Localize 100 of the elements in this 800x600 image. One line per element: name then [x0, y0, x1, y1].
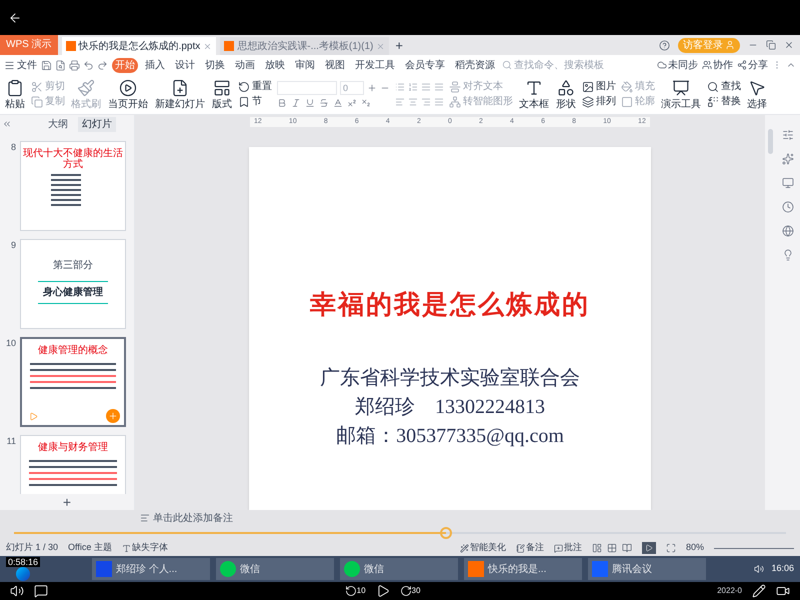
taskbar-app[interactable]: 微信 — [216, 558, 334, 580]
presentation-icon — [672, 78, 690, 96]
image-icon — [582, 81, 594, 93]
organization-name: 广东省科学技术实验室联合会 — [320, 366, 580, 391]
taskbar-app[interactable]: 微信 — [340, 558, 458, 580]
ribbon-button[interactable]: 替换 — [707, 96, 741, 108]
panel-tab[interactable]: 幻灯片 — [78, 116, 116, 132]
back-icon — [8, 10, 22, 24]
ribbon-tab[interactable]: 开发工具 — [352, 58, 398, 72]
slide-thumbnail[interactable]: 健康管理的概念 — [20, 337, 126, 427]
align-center-icon — [408, 97, 418, 107]
cloud-icon — [657, 60, 667, 70]
slide-canvas[interactable]: 幸福的我是怎么炼成的 广东省科学技术实验室联合会 郑绍珍 13302224813 邮箱：305377335@qq.com — [249, 146, 651, 510]
contact-name: 郑绍珍 — [355, 394, 415, 420]
ribbon-tab[interactable]: 放映 — [262, 58, 288, 72]
video-icon — [776, 584, 790, 598]
italic-icon — [291, 98, 301, 108]
ribbon-button[interactable]: 节 — [238, 96, 272, 108]
taskbar-app[interactable]: 郑绍珍 个人... — [92, 558, 210, 580]
ribbon-tab[interactable]: 切换 — [202, 58, 228, 72]
justify-icon — [434, 97, 444, 107]
theme-name: Office 主题 — [68, 541, 112, 554]
ribbon-button[interactable]: 当页开始 — [107, 78, 149, 110]
panel-tab[interactable]: 大纲 — [44, 116, 72, 132]
strikethrough-icon — [319, 98, 329, 108]
reset-icon — [238, 81, 250, 93]
search-icon — [502, 60, 512, 70]
ribbon-button[interactable]: 图片 — [582, 81, 616, 93]
slide-count: 幻灯片 1 / 30 — [6, 541, 58, 554]
header-action[interactable]: 未同步 — [657, 58, 698, 72]
ribbon-button[interactable]: 形状 — [555, 78, 577, 110]
copy-icon — [31, 96, 43, 108]
scrollbar-thumb[interactable] — [768, 129, 772, 154]
zoom-level[interactable]: 80% — [686, 541, 704, 555]
lightbulb-icon — [782, 249, 794, 261]
play-slideshow-button[interactable] — [642, 542, 656, 554]
bullet-list-drawing — [51, 174, 81, 206]
ribbon-button[interactable]: 重置 — [238, 81, 272, 93]
search-icon — [707, 81, 719, 93]
slide-thumbnail[interactable]: 现代十大不健康的生活方式 — [20, 141, 126, 231]
layers-icon — [582, 96, 594, 108]
ribbon-tab[interactable]: 会员专享 — [402, 58, 448, 72]
document-tab[interactable]: 思想政治实践课-...考模板(1)(1) — [220, 37, 390, 55]
collapse-panel-icon — [2, 119, 12, 129]
slide-thumbnail[interactable]: 第三部分 身心健康管理 — [20, 239, 126, 329]
header-action[interactable]: 协作 — [702, 58, 733, 72]
clock-icon — [782, 201, 794, 213]
wand-icon — [460, 544, 469, 552]
ribbon-button[interactable]: 查找 — [707, 81, 741, 93]
add-button[interactable] — [106, 409, 120, 423]
taskbar-app[interactable]: 快乐的我是... — [464, 558, 582, 580]
ribbon-button[interactable]: 文本框 — [518, 78, 550, 110]
presentation-file-icon — [224, 41, 234, 51]
forward-button[interactable]: 30 — [400, 585, 420, 597]
taskbar-app[interactable]: 腾讯会议 — [588, 558, 706, 580]
slide-thumbnail[interactable]: 健康与财务管理 — [20, 435, 126, 494]
restore-icon — [766, 40, 776, 50]
start-orb-icon[interactable] — [16, 567, 30, 581]
missing-fonts-button[interactable]: 缺失字体 — [122, 541, 168, 555]
new-slide-icon — [171, 78, 189, 96]
align-text-icon — [449, 81, 461, 93]
font-name-field[interactable] — [277, 81, 337, 95]
notes-icon — [140, 513, 150, 523]
beautify-button[interactable]: 智能美化 — [460, 541, 506, 555]
save-icon — [41, 60, 52, 70]
ribbon-tab[interactable]: 稻壳资源 — [452, 58, 498, 72]
numbered-list-icon — [408, 82, 418, 92]
fit-icon — [666, 543, 676, 553]
ribbon-button[interactable]: 选择 — [746, 78, 768, 110]
comments-button[interactable]: 批注 — [554, 541, 582, 555]
ribbon-button[interactable]: 版式 — [211, 78, 233, 110]
ribbon-tab[interactable]: 审阅 — [292, 58, 318, 72]
ribbon-tab[interactable]: 插入 — [142, 58, 168, 72]
ribbon-tab[interactable]: 视图 — [322, 58, 348, 72]
undo-icon — [83, 60, 94, 70]
ribbon-button[interactable]: 新建幻灯片 — [154, 78, 206, 110]
add-slide-button[interactable]: + — [58, 494, 76, 510]
pen-icon — [752, 584, 766, 598]
slide-title: 幸福的我是怎么炼成的 — [310, 288, 590, 321]
screen-icon — [782, 177, 794, 189]
ribbon-tab[interactable]: 动画 — [232, 58, 258, 72]
notes-button[interactable]: 备注 — [516, 541, 544, 555]
plus-icon — [108, 411, 118, 421]
rewind-button[interactable]: 10 — [344, 585, 366, 597]
thumbnail-title: 健康管理的概念 — [37, 345, 109, 357]
header-action[interactable]: 分享 — [737, 58, 768, 72]
pointer-icon — [748, 78, 766, 96]
new-tab-button[interactable]: + — [389, 37, 409, 55]
outline-icon — [621, 96, 633, 108]
ribbon-tab[interactable]: 设计 — [172, 58, 198, 72]
ribbon-button[interactable]: 粘贴 — [4, 78, 26, 110]
file-menu[interactable]: 文件 — [4, 58, 37, 72]
document-tab[interactable]: 快乐的我是怎么炼成的.pptx — [62, 37, 216, 55]
ribbon-button[interactable]: 演示工具 — [660, 78, 702, 110]
app-icon — [468, 561, 484, 577]
ribbon-button[interactable]: 排列 — [582, 96, 616, 108]
line-spacing-icon — [421, 82, 431, 92]
notes-field[interactable]: 单击此处添加备注 — [140, 510, 233, 526]
subscript-icon — [361, 98, 371, 108]
thumbnail-heading: 第三部分 — [53, 258, 93, 273]
